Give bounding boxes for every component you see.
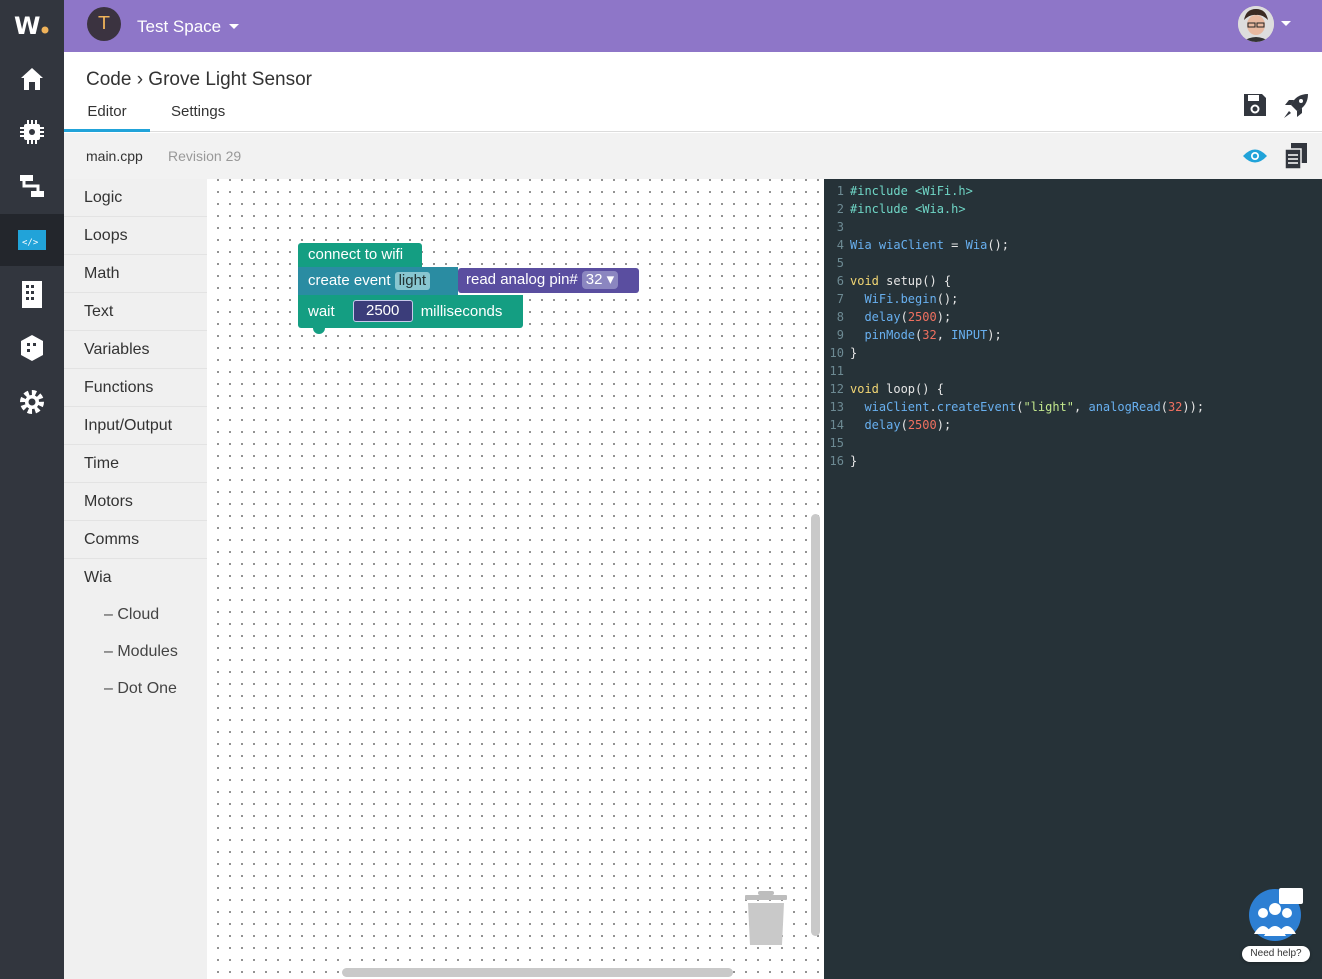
devices-icon[interactable] [0,106,64,158]
block-connect-wifi[interactable]: connect to wifi [298,243,422,267]
block-wait[interactable]: wait 2500 milliseconds [298,295,523,328]
home-icon[interactable] [0,53,64,105]
deploy-rocket-icon[interactable] [1282,92,1310,120]
code-line: 2 #include <Wia.h> [824,200,966,218]
line-number: 14 [829,418,844,432]
block-create-event[interactable]: create event light [298,267,458,295]
block-toolbox: Logic Loops Math Text Variables Function… [64,179,207,979]
toolbox-category-time[interactable]: Time [64,445,207,483]
block-label: read analog pin# [466,271,578,288]
code-icon[interactable]: </> [0,214,64,266]
line-number: 1 [836,184,844,198]
svg-text:W: W [14,12,40,40]
line-number: 7 [836,292,844,306]
toolbox-subcategory-modules[interactable]: – Modules [64,633,207,670]
pin-dropdown[interactable]: 32 ▾ [581,271,619,289]
code-line: 13 wiaClient.createEvent("light", analog… [824,398,1205,416]
toolbox-category-input-output[interactable]: Input/Output [64,407,207,445]
wait-duration-field[interactable]: 2500 [352,300,413,322]
line-number: 10 [829,346,844,360]
code-line: 15 [824,434,850,452]
toolbox-category-functions[interactable]: Functions [64,369,207,407]
line-number: 8 [836,310,844,324]
generated-code-panel[interactable]: 1 #include <WiFi.h> 2 #include <Wia.h> 3 4… [824,179,1322,979]
toolbox-category-math[interactable]: Math [64,255,207,293]
revision-label: Revision 29 [168,148,242,164]
chevron-down-icon[interactable] [229,24,239,29]
toolbox-subcategory-dot-one[interactable]: – Dot One [64,670,207,707]
save-icon[interactable] [1242,92,1270,120]
top-bar: T Test Space [64,0,1322,52]
line-number: 4 [836,238,844,252]
vertical-scrollbar[interactable] [811,514,820,936]
eye-icon[interactable] [1242,147,1268,170]
line-number: 9 [836,328,844,342]
trash-can-icon[interactable] [744,891,788,952]
settings-gear-icon[interactable] [0,376,64,428]
toolbox-category-motors[interactable]: Motors [64,483,207,521]
code-line: 11 [824,362,850,380]
code-line: 14 delay(2500); [824,416,952,434]
toolbox-category-loops[interactable]: Loops [64,217,207,255]
code-line: 12 void loop() { [824,380,944,398]
code-line: 9 pinMode(32, INPUT); [824,326,1002,344]
block-label: create event [308,272,391,289]
toolbox-category-wia[interactable]: Wia [64,559,207,597]
code-line: 5 [824,254,850,272]
line-number: 15 [829,436,844,450]
block-label: connect to wifi [308,246,404,263]
buildings-icon[interactable] [0,268,64,320]
block-label: wait [308,303,335,320]
code-line: 3 [824,218,850,236]
tab-editor[interactable]: Editor [64,103,150,132]
event-name-field[interactable]: light [394,272,431,290]
code-line: 8 delay(2500); [824,308,951,326]
toolbox-category-logic[interactable]: Logic [64,179,207,217]
file-name[interactable]: main.cpp [86,148,143,164]
code-line: 10} [824,344,858,362]
space-avatar[interactable]: T [87,7,121,41]
line-number: 13 [829,400,844,414]
copy-code-icon[interactable] [1283,142,1309,175]
toolbox-category-text[interactable]: Text [64,293,207,331]
file-bar: main.cpp Revision 29 [64,133,1322,179]
code-line: 7 WiFi.begin(); [824,290,959,308]
line-number: 12 [829,382,844,396]
horizontal-scrollbar[interactable] [342,968,733,977]
toolbox-category-variables[interactable]: Variables [64,331,207,369]
line-number: 11 [829,364,844,378]
space-selector[interactable]: Test Space [137,17,221,37]
svg-text:</>: </> [22,238,39,248]
code-line: 6 void setup() { [824,272,951,290]
line-number: 16 [829,454,844,468]
flows-icon[interactable] [0,160,64,212]
breadcrumb: Code › Grove Light Sensor [86,69,313,90]
blocks-workspace[interactable]: connect to wifi create event light read a… [207,179,824,979]
page-header: Code › Grove Light Sensor Editor Setting… [64,52,1322,132]
code-line: 16} [824,452,858,470]
line-number: 2 [836,202,844,216]
toolbox-subcategory-cloud[interactable]: – Cloud [64,596,207,633]
need-help-label[interactable]: Need help? [1242,946,1310,962]
line-number: 6 [836,274,844,288]
user-avatar[interactable] [1238,6,1274,42]
code-line: 1 #include <WiFi.h> [824,182,973,200]
user-menu-chevron-icon[interactable] [1281,21,1291,26]
dashboards-icon[interactable] [0,322,64,374]
block-notch [313,328,325,334]
left-nav-rail: W </> [0,0,64,979]
tab-settings[interactable]: Settings [171,103,225,132]
toolbox-category-comms[interactable]: Comms [64,521,207,559]
line-number: 3 [836,220,844,234]
line-number: 5 [836,256,844,270]
block-read-analog-pin[interactable]: read analog pin# 32 ▾ [458,268,639,293]
code-line: 4 Wia wiaClient = Wia(); [824,236,1009,254]
block-label: milliseconds [420,303,503,320]
wia-logo-icon[interactable]: W [14,10,50,40]
